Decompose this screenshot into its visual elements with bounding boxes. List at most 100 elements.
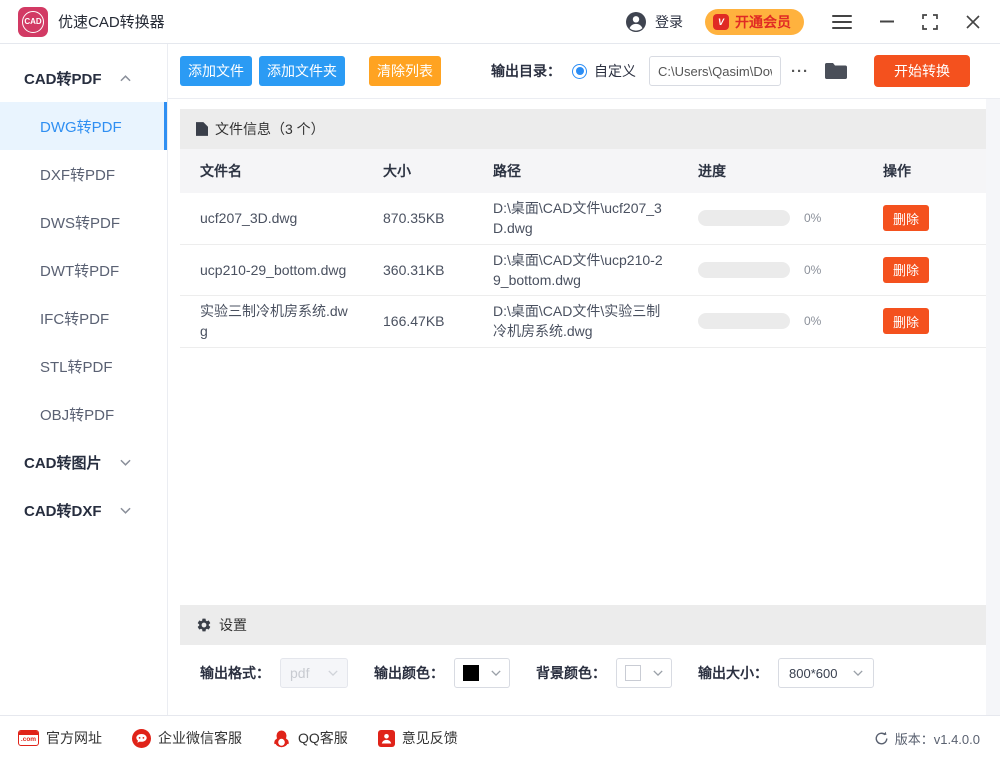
table-header: 文件名 大小 路径 进度 操作 xyxy=(180,149,986,193)
menu-icon[interactable] xyxy=(832,15,852,29)
sidebar-group-cad-to-dxf[interactable]: CAD转DXF xyxy=(0,486,167,534)
chevron-down-icon xyxy=(853,670,863,676)
scrollbar-track[interactable] xyxy=(986,99,1000,715)
vip-icon: V xyxy=(713,14,729,30)
website-icon: .com xyxy=(18,730,39,746)
refresh-icon[interactable] xyxy=(874,731,889,746)
official-website-label: 官方网址 xyxy=(46,728,102,748)
column-header-progress: 进度 xyxy=(698,161,883,181)
file-info-bar: 文件信息（3 个） xyxy=(180,109,986,149)
toolbar: 添加文件 添加文件夹 清除列表 输出目录： 自定义 ··· 开始转换 xyxy=(168,44,1000,99)
start-convert-button[interactable]: 开始转换 xyxy=(874,55,970,87)
table-row: ucp210-29_bottom.dwg 360.31KB D:\桌面\CAD文… xyxy=(180,245,986,297)
minimize-icon[interactable] xyxy=(880,20,894,23)
action-cell: 删除 xyxy=(883,205,970,231)
table-row: ucf207_3D.dwg 870.35KB D:\桌面\CAD文件\ucf20… xyxy=(180,193,986,245)
footer: .com 官方网址 企业微信客服 QQ客服 意见反馈 版本：v xyxy=(0,715,1000,760)
custom-radio[interactable] xyxy=(572,64,587,79)
sidebar-item-label: DWT转PDF xyxy=(40,260,119,281)
sidebar-group-label: CAD转图片 xyxy=(24,452,102,473)
settings-title: 设置 xyxy=(219,615,247,635)
output-color-select[interactable] xyxy=(454,658,510,688)
sidebar-item-dwt-to-pdf[interactable]: DWT转PDF xyxy=(0,246,167,294)
sidebar-group-cad-to-image[interactable]: CAD转图片 xyxy=(0,438,167,486)
delete-button[interactable]: 删除 xyxy=(883,205,929,231)
file-size: 166.47KB xyxy=(383,313,493,329)
sidebar-item-ifc-to-pdf[interactable]: IFC转PDF xyxy=(0,294,167,342)
browse-more-button[interactable]: ··· xyxy=(791,63,809,80)
output-path-input[interactable] xyxy=(649,56,781,86)
qq-icon xyxy=(272,729,291,748)
sidebar-group-label: CAD转DXF xyxy=(24,500,102,521)
sidebar-group-label: CAD转PDF xyxy=(24,68,102,89)
column-header-action: 操作 xyxy=(883,161,970,181)
output-format-select: pdf xyxy=(280,658,348,688)
sidebar: CAD转PDF DWG转PDF DXF转PDF DWS转PDF DWT转PDF … xyxy=(0,44,168,715)
add-file-button[interactable]: 添加文件 xyxy=(180,56,252,86)
sidebar-item-label: STL转PDF xyxy=(40,356,113,377)
sidebar-item-stl-to-pdf[interactable]: STL转PDF xyxy=(0,342,167,390)
column-header-path: 路径 xyxy=(493,161,698,181)
work-area: 文件信息（3 个） 文件名 大小 路径 进度 操作 ucf207_3D.dwg … xyxy=(168,99,1000,715)
output-color-label: 输出颜色： xyxy=(374,663,444,683)
version-label: 版本：v1.4.0.0 xyxy=(895,729,980,748)
progress-cell: 0% xyxy=(698,262,883,278)
sidebar-item-label: DWG转PDF xyxy=(40,116,122,137)
action-cell: 删除 xyxy=(883,308,970,334)
feedback-icon xyxy=(378,730,395,747)
version-info: 版本：v1.4.0.0 xyxy=(874,729,980,748)
login-label: 登录 xyxy=(655,12,683,32)
output-format-value: pdf xyxy=(290,665,309,681)
clear-list-button[interactable]: 清除列表 xyxy=(369,56,441,86)
delete-button[interactable]: 删除 xyxy=(883,257,929,283)
qq-service-link[interactable]: QQ客服 xyxy=(272,728,348,748)
progress-bar xyxy=(698,210,790,226)
feedback-link[interactable]: 意见反馈 xyxy=(378,728,458,748)
close-icon[interactable] xyxy=(966,15,980,29)
official-website-link[interactable]: .com 官方网址 xyxy=(18,728,102,748)
wechat-service-label: 企业微信客服 xyxy=(158,728,242,748)
progress-percent: 0% xyxy=(804,263,821,277)
file-size: 360.31KB xyxy=(383,262,493,278)
column-header-name: 文件名 xyxy=(200,161,383,181)
sidebar-item-label: OBJ转PDF xyxy=(40,404,114,425)
output-format-label: 输出格式： xyxy=(200,663,270,683)
output-size-select[interactable]: 800*600 xyxy=(778,658,874,688)
sidebar-item-label: DWS转PDF xyxy=(40,212,120,233)
background-color-swatch xyxy=(625,665,641,681)
user-avatar-icon xyxy=(625,11,647,33)
app-title: 优速CAD转换器 xyxy=(58,11,165,32)
sidebar-item-dws-to-pdf[interactable]: DWS转PDF xyxy=(0,198,167,246)
progress-bar xyxy=(698,262,790,278)
sidebar-item-obj-to-pdf[interactable]: OBJ转PDF xyxy=(0,390,167,438)
progress-cell: 0% xyxy=(698,313,883,329)
content-area: 添加文件 添加文件夹 清除列表 输出目录： 自定义 ··· 开始转换 文 xyxy=(168,44,1000,715)
settings-bar: 设置 xyxy=(180,605,986,645)
sidebar-item-dxf-to-pdf[interactable]: DXF转PDF xyxy=(0,150,167,198)
background-color-select[interactable] xyxy=(616,658,672,688)
progress-cell: 0% xyxy=(698,210,883,226)
qq-service-label: QQ客服 xyxy=(298,728,348,748)
sidebar-group-cad-to-pdf[interactable]: CAD转PDF xyxy=(0,54,167,102)
add-folder-button[interactable]: 添加文件夹 xyxy=(259,56,345,86)
wechat-service-link[interactable]: 企业微信客服 xyxy=(132,728,242,748)
table-row: 实验三制冷机房系统.dwg 166.47KB D:\桌面\CAD文件\实验三制冷… xyxy=(180,296,986,348)
sidebar-item-dwg-to-pdf[interactable]: DWG转PDF xyxy=(0,102,167,150)
open-folder-icon[interactable] xyxy=(825,62,847,80)
maximize-icon[interactable] xyxy=(922,14,938,30)
file-name: ucp210-29_bottom.dwg xyxy=(200,260,383,280)
login-button[interactable]: 登录 xyxy=(625,11,683,33)
open-vip-button[interactable]: V 开通会员 xyxy=(705,9,804,35)
file-path: D:\桌面\CAD文件\ucp210-29_bottom.dwg xyxy=(493,250,698,291)
output-color-swatch xyxy=(463,665,479,681)
settings-form: 输出格式： pdf 输出颜色： 背景颜色： xyxy=(180,645,986,701)
file-size: 870.35KB xyxy=(383,210,493,226)
document-icon xyxy=(196,122,208,136)
output-dir-label: 输出目录： xyxy=(491,61,561,81)
titlebar: CAD 优速CAD转换器 登录 V 开通会员 xyxy=(0,0,1000,44)
output-size-value: 800*600 xyxy=(789,666,837,681)
file-info-title: 文件信息（3 个） xyxy=(215,119,325,139)
action-cell: 删除 xyxy=(883,257,970,283)
chevron-down-icon xyxy=(120,507,131,514)
delete-button[interactable]: 删除 xyxy=(883,308,929,334)
